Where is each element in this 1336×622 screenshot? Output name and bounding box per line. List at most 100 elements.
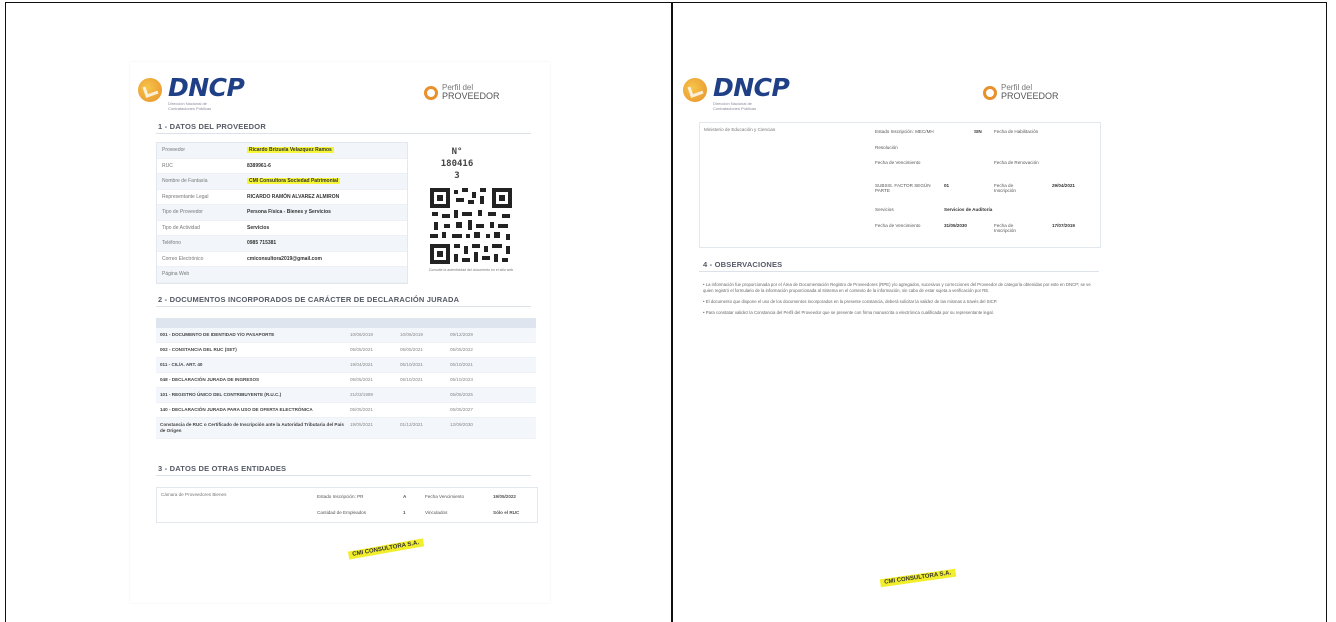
provider-field-value-text: 8389961-6 — [247, 162, 271, 169]
document-date: 01/12/2021 — [400, 422, 423, 427]
document-date: 05/10/2021 — [400, 362, 423, 367]
other-entity-label: Cámara de Proveedores Bienes — [161, 492, 227, 497]
stamp-text-left: CMI CONSULTORA S.A. — [347, 538, 424, 560]
provider-field-value: 8389961-6 — [247, 163, 271, 169]
document-date: 05/10/2021 — [450, 362, 473, 367]
perfil-ring-icon — [983, 85, 997, 100]
document-date: 09/12/2029 — [450, 332, 473, 337]
perfil-line2-right: PROVEEDOR — [1001, 91, 1059, 101]
document-date: 21/03/1999 — [350, 392, 373, 397]
r2-k: Resolución — [875, 145, 898, 150]
other-r1-k: Estado Inscripción: PR — [317, 494, 364, 499]
document-row: 011 - CIL/A. ART. 40 19/04/2021 05/10/2021… — [156, 358, 536, 373]
observation-item: • Para constatar validez la Constancia d… — [703, 310, 994, 315]
stamp-text-right: CMI CONSULTORA S.A. — [879, 568, 956, 588]
document-date: 05/05/2021 — [350, 377, 373, 382]
other-entities-table: Cámara de Proveedores Bienes Estado Insc… — [156, 487, 538, 523]
observation-item: • La información fue proporcionada por e… — [703, 282, 1091, 293]
section1-title: 1 - DATOS DEL PROVEEDOR — [158, 122, 266, 131]
qr-caption: Consulte la autenticidad del documento e… — [428, 268, 514, 272]
document-name: 001 - DOCUMENTO DE IDENTIDAD Y/O PASAPOR… — [160, 332, 275, 337]
document-date: 05/10/2021 — [400, 377, 423, 382]
document-row: 002 - CONSTANCIA DEL RUC (SET) 05/05/2021… — [156, 343, 536, 358]
dncp-emblem-icon — [138, 78, 162, 102]
provider-field-value-text: Servicios — [247, 224, 270, 231]
section1-rule — [156, 133, 531, 134]
provider-field-value: Persona Física - Bienes y Servicios — [247, 209, 331, 215]
dncp-emblem-icon — [683, 78, 707, 102]
r4-v2: 29/04/2021 — [1052, 183, 1075, 188]
other-r1-v2: 19/05/2022 — [493, 494, 516, 499]
provider-field-label: Correo Electrónico — [162, 255, 204, 262]
perfil-proveedor-logo: Perfil del PROVEEDOR — [424, 84, 500, 101]
other-r1-v: A — [403, 494, 407, 499]
r6-v: 31/05/2030 — [944, 223, 967, 228]
other-r2-k2: Vinculados — [425, 510, 448, 515]
document-date: 05/05/2025 — [450, 392, 473, 397]
provider-row: Tipo de Proveedor Persona Física - Bienes… — [157, 205, 407, 221]
provider-row: RUC 8389961-6 — [157, 159, 407, 174]
other-r2-k: Cantidad de Empleados — [317, 510, 367, 515]
signature-stamp-right: CMI CONSULTORA S.A. — [879, 568, 956, 588]
entity-data-table: Ministerio de Educación y Ciencias Estad… — [699, 122, 1101, 248]
perfil-ring-icon — [424, 85, 438, 100]
document-date: 12/09/2030 — [450, 422, 473, 427]
observations-list: • La información fue proporcionada por e… — [703, 282, 1098, 321]
document-page-left: DNCP Dirección Nacional de Contratacione… — [130, 62, 550, 603]
document-date: 05/05/2021 — [400, 347, 423, 352]
numero-suffix: 3 — [454, 171, 460, 181]
provider-field-value-text: RICARDO RAMÓN ALVAREZ ALMIRON — [247, 193, 340, 200]
r4-v: 01 — [944, 183, 950, 188]
provider-row: Correo Electrónico cmiconsultora2019@gmai… — [157, 252, 407, 267]
entity-label: Ministerio de Educación y Ciencias — [704, 127, 776, 132]
document-row: 101 - REGISTRO ÚNICO DEL CONTRIBUYENTE (… — [156, 388, 536, 403]
provider-row: Representante Legal RICARDO RAMÓN ALVAREZ… — [157, 190, 407, 205]
r1-k: Estado Inscripción: MEC/MH — [875, 129, 934, 134]
perfil-line2: PROVEEDOR — [442, 91, 500, 101]
observation-item: • El documento que dispone el uso de los… — [703, 299, 998, 304]
document-name: 011 - CIL/A. ART. 40 — [160, 362, 203, 367]
provider-field-value: cmiconsultora2019@gmail.com — [247, 256, 322, 262]
document-date: 19/05/2021 — [350, 422, 373, 427]
section2-title: 2 - DOCUMENTOS INCORPORADOS DE CARÁCTER … — [158, 295, 460, 304]
other-r1-k2: Fecha Vencimiento — [425, 494, 465, 499]
section3-title: 3 - DATOS DE OTRAS ENTIDADES — [158, 464, 287, 473]
provider-row: Proveedor Ricardo Brizuela Velazquez Ramo… — [157, 143, 407, 159]
provider-field-label: Página Web — [162, 271, 190, 278]
provider-field-value-text: Ricardo Brizuela Velazquez Ramos — [247, 147, 334, 154]
provider-field-label: Tipo de Actividad — [162, 224, 200, 231]
signature-stamp-left: CMI CONSULTORA S.A. — [347, 538, 424, 560]
document-name: Constancia de RUC o Certificado de Inscr… — [160, 422, 344, 433]
r3-k2: Fecha de Renovación — [994, 160, 1039, 165]
r4-k: SUBSIS. FACTOR SEGÚN PARTE — [875, 183, 931, 193]
section4-title: 4 - OBSERVACIONES — [703, 260, 783, 269]
provider-row: Tipo de Actividad Servicios — [157, 221, 407, 236]
r3-k: Fecha de Vencimiento — [875, 160, 921, 165]
provider-data-table: Proveedor Ricardo Brizuela Velazquez Ramo… — [156, 142, 408, 284]
provider-field-label: Proveedor — [162, 147, 186, 154]
document-page-right: DNCP Dirección Nacional de Contratacione… — [675, 62, 1105, 603]
r1-k2: Fecha de Habilitación — [994, 129, 1039, 134]
provider-field-value-text: 0985 715381 — [247, 240, 277, 247]
provider-field-label: RUC — [162, 162, 173, 169]
r1-v: SIN — [974, 129, 982, 134]
dncp-tagline: Dirección Nacional de Contrataciones Púb… — [168, 101, 212, 111]
r6-v2: 17/07/2019 — [1052, 223, 1075, 228]
document-date: 05/05/2027 — [450, 407, 473, 412]
document-name: 140 - DECLARACIÓN JURADA PARA USO DE OFE… — [160, 407, 313, 412]
provider-field-value: Servicios — [247, 225, 269, 231]
provider-field-value-text: cmiconsultora2019@gmail.com — [247, 255, 322, 262]
document-row: Constancia de RUC o Certificado de Inscr… — [156, 418, 536, 439]
r6-k: Fecha de Vencimiento — [875, 223, 921, 228]
document-name: 048 - DECLARACIÓN JURADA DE INGRESOS — [160, 377, 260, 382]
provider-field-label: Teléfono — [162, 240, 181, 247]
provider-field-label: Representante Legal — [162, 193, 209, 200]
provider-field-value-text: Persona Física - Bienes y Servicios — [247, 209, 331, 216]
document-row: 048 - DECLARACIÓN JURADA DE INGRESOS 05/0… — [156, 373, 536, 388]
dncp-tagline-right: Dirección Nacional de Contrataciones Púb… — [713, 101, 757, 111]
perfil-proveedor-logo-right: Perfil del PROVEEDOR — [983, 84, 1059, 101]
provider-row: Nombre de Fantasía CMI Consultora Socieda… — [157, 174, 407, 190]
provider-row: Página Web — [157, 267, 407, 283]
documents-table: 001 - DOCUMENTO DE IDENTIDAD Y/O PASAPOR… — [156, 318, 536, 439]
documents-table-header — [156, 318, 536, 328]
